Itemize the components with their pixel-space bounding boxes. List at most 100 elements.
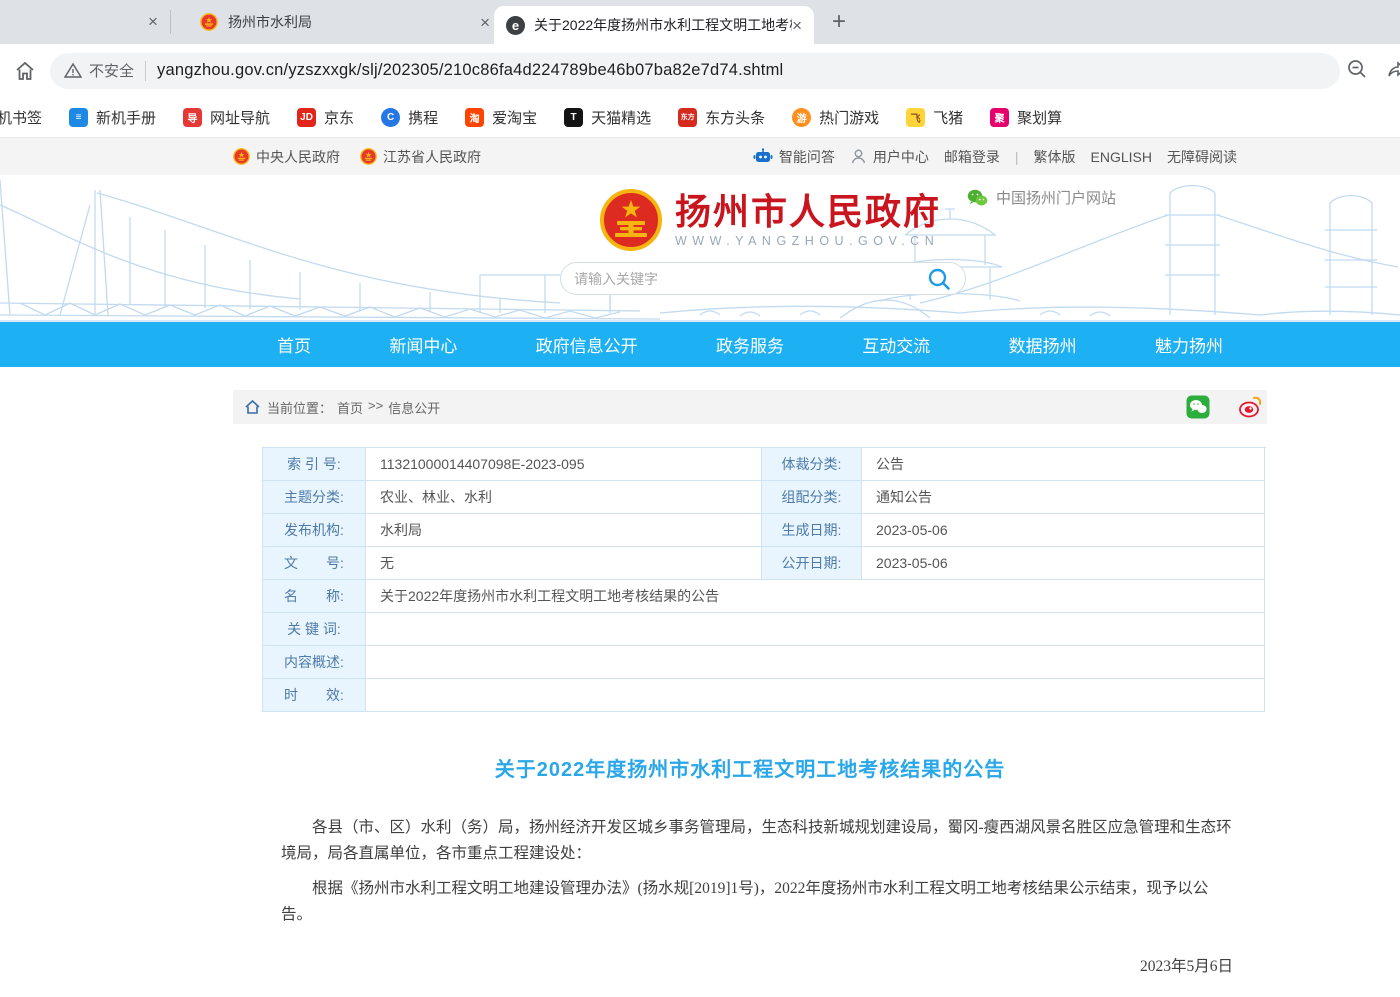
info-value-summary — [366, 646, 1265, 679]
close-icon[interactable]: × — [148, 13, 158, 30]
info-value-keywords — [366, 613, 1265, 646]
nav-site-icon: 导 — [183, 108, 202, 127]
document-info-table: 索 引 号: 11321000014407098E-2023-095 体裁分类:… — [262, 447, 1266, 712]
url-text[interactable]: yangzhou.gov.cn/yzszxxgk/slj/202305/210c… — [157, 61, 783, 80]
zoom-out-icon[interactable] — [1346, 58, 1368, 80]
close-icon[interactable]: × — [480, 14, 490, 31]
tab-active-announcement[interactable]: e 关于2022年度扬州市水利工程文明工地考核结果的公告 × — [494, 6, 814, 44]
bookmark-item[interactable]: 飞 飞猪 — [906, 107, 963, 128]
portal-label: 中国扬州门户网站 — [996, 187, 1116, 208]
english-link[interactable]: ENGLISH — [1091, 149, 1152, 165]
notebook-icon: ≡ — [69, 108, 88, 127]
site-banner: 扬州市人民政府 WWW.YANGZHOU.GOV.CN 中国扬州门户网站 — [0, 175, 1400, 322]
page-content: 当前位置： 首页 >> 信息公开 索 引 号: 1132100001 — [233, 390, 1267, 997]
bookmark-item[interactable]: 导 网址导航 — [183, 107, 270, 128]
info-value-genre: 公告 — [862, 448, 1265, 481]
tab-shuiliju[interactable]: 扬州市水利局 × — [172, 0, 490, 44]
article-title: 关于2022年度扬州市水利工程文明工地考核结果的公告 — [233, 753, 1267, 782]
breadcrumb-current[interactable]: 信息公开 — [388, 398, 440, 417]
info-value-doc-number: 无 — [366, 547, 762, 580]
url-input[interactable]: 不安全 yangzhou.gov.cn/yzszxxgk/slj/202305/… — [50, 53, 1340, 89]
link-central-gov[interactable]: 中央人民政府 — [233, 147, 340, 167]
security-label[interactable]: 不安全 — [89, 60, 134, 81]
tab-divider — [170, 10, 171, 34]
tmall-icon: T — [564, 108, 583, 127]
gov-emblem-icon — [233, 148, 250, 165]
info-label: 组配分类: — [762, 481, 862, 514]
bookmark-item[interactable]: 游 热门游戏 — [792, 107, 879, 128]
gov-utility-bar: 中央人民政府 江苏省人民政府 智能问答 用户中 — [0, 138, 1400, 175]
user-icon — [850, 148, 867, 165]
bookmark-item[interactable]: 淘 爱淘宝 — [465, 107, 537, 128]
breadcrumb-home-link[interactable]: 首页 — [337, 398, 363, 417]
bookmark-item[interactable]: 聚 聚划算 — [990, 107, 1062, 128]
bookmark-label: 爱淘宝 — [492, 107, 537, 128]
national-emblem-icon — [599, 188, 663, 252]
bookmark-label: 飞猪 — [933, 107, 963, 128]
bookmark-item[interactable]: ≡ 新机手册 — [69, 107, 156, 128]
nav-data[interactable]: 数据扬州 — [1009, 332, 1077, 357]
nav-info-disclosure[interactable]: 政府信息公开 — [536, 332, 638, 357]
bookmark-label: 东方头条 — [705, 107, 765, 128]
tab-title: 关于2022年度扬州市水利工程文明工地考核结果的公告 — [534, 15, 792, 35]
wechat-share-icon[interactable] — [1186, 395, 1210, 419]
toutiao-icon: 东方 — [678, 108, 697, 127]
user-center-link[interactable]: 用户中心 — [850, 147, 929, 167]
bookmarks-bar: 机书签 ≡ 新机手册 导 网址导航 JD 京东 C 携程 淘 爱淘宝 T 天猫精… — [0, 97, 1400, 138]
info-value-category: 通知公告 — [862, 481, 1265, 514]
traditional-link[interactable]: 繁体版 — [1034, 147, 1076, 167]
search-input[interactable] — [574, 271, 926, 287]
weibo-share-icon[interactable] — [1238, 395, 1263, 419]
link-jiangsu-gov[interactable]: 江苏省人民政府 — [360, 147, 481, 167]
main-navigation: 首页 新闻中心 政府信息公开 政务服务 互动交流 数据扬州 魅力扬州 — [0, 322, 1400, 367]
bookmark-item[interactable]: 机书签 — [0, 107, 42, 128]
nav-interaction[interactable]: 互动交流 — [862, 332, 930, 357]
table-row: 关 键 词: — [263, 613, 1266, 646]
article-paragraph: 根据《扬州市水利工程文明工地建设管理办法》(扬水规[2019]1号)，2022年… — [281, 876, 1233, 928]
table-row: 名 称: 关于2022年度扬州市水利工程文明工地考核结果的公告 — [263, 580, 1266, 613]
table-row: 时 效: — [263, 679, 1266, 712]
ctrip-icon: C — [381, 108, 400, 127]
portal-link[interactable]: 中国扬州门户网站 — [967, 187, 1116, 208]
warning-icon — [64, 62, 82, 80]
site-logo[interactable]: 扬州市人民政府 WWW.YANGZHOU.GOV.CN — [599, 188, 941, 252]
bookmark-label: 携程 — [408, 107, 438, 128]
close-icon[interactable]: × — [792, 17, 802, 34]
omnibox-divider — [145, 61, 146, 81]
nav-charm[interactable]: 魅力扬州 — [1155, 332, 1223, 357]
share-icon[interactable] — [1386, 58, 1400, 80]
search-icon[interactable] — [926, 266, 952, 292]
taobao-icon: 淘 — [465, 108, 484, 127]
table-row: 索 引 号: 11321000014407098E-2023-095 体裁分类:… — [263, 448, 1266, 481]
games-icon: 游 — [792, 108, 811, 127]
address-bar-row: 不安全 yangzhou.gov.cn/yzszxxgk/slj/202305/… — [0, 44, 1400, 97]
bookmark-item[interactable]: JD 京东 — [297, 107, 354, 128]
link-label: 中央人民政府 — [256, 147, 340, 167]
e-browser-icon: e — [506, 16, 525, 35]
info-value-agency: 水利局 — [366, 514, 762, 547]
accessibility-link[interactable]: 无障碍阅读 — [1167, 147, 1237, 167]
bookmark-item[interactable]: 东方 东方头条 — [678, 107, 765, 128]
nav-news[interactable]: 新闻中心 — [389, 332, 457, 357]
bookmark-label: 机书签 — [0, 107, 42, 128]
table-row: 文 号: 无 公开日期: 2023-05-06 — [263, 547, 1266, 580]
home-icon[interactable] — [13, 59, 37, 83]
info-label: 体裁分类: — [762, 448, 862, 481]
bookmark-item[interactable]: T 天猫精选 — [564, 107, 651, 128]
info-value-validity — [366, 679, 1265, 712]
site-url-caption: WWW.YANGZHOU.GOV.CN — [675, 234, 941, 248]
smart-qa-link[interactable]: 智能问答 — [753, 147, 835, 167]
site-search — [560, 262, 966, 295]
bookmark-item[interactable]: C 携程 — [381, 107, 438, 128]
gov-emblem-icon — [360, 148, 377, 165]
mail-login-link[interactable]: 邮箱登录 — [944, 147, 1000, 167]
nav-home[interactable]: 首页 — [277, 332, 311, 357]
info-label: 时 效: — [263, 679, 366, 712]
wechat-icon — [967, 189, 988, 207]
user-center-label: 用户中心 — [873, 147, 929, 167]
info-value-publish-date: 2023-05-06 — [862, 547, 1265, 580]
browser-tab-bar: × 扬州市水利局 × e 关于2022年度扬州市水利工程文明工地考核结果的公告 … — [0, 0, 1400, 44]
nav-services[interactable]: 政务服务 — [716, 332, 784, 357]
gov-emblem-favicon — [200, 13, 218, 31]
new-tab-button[interactable]: + — [832, 8, 846, 36]
